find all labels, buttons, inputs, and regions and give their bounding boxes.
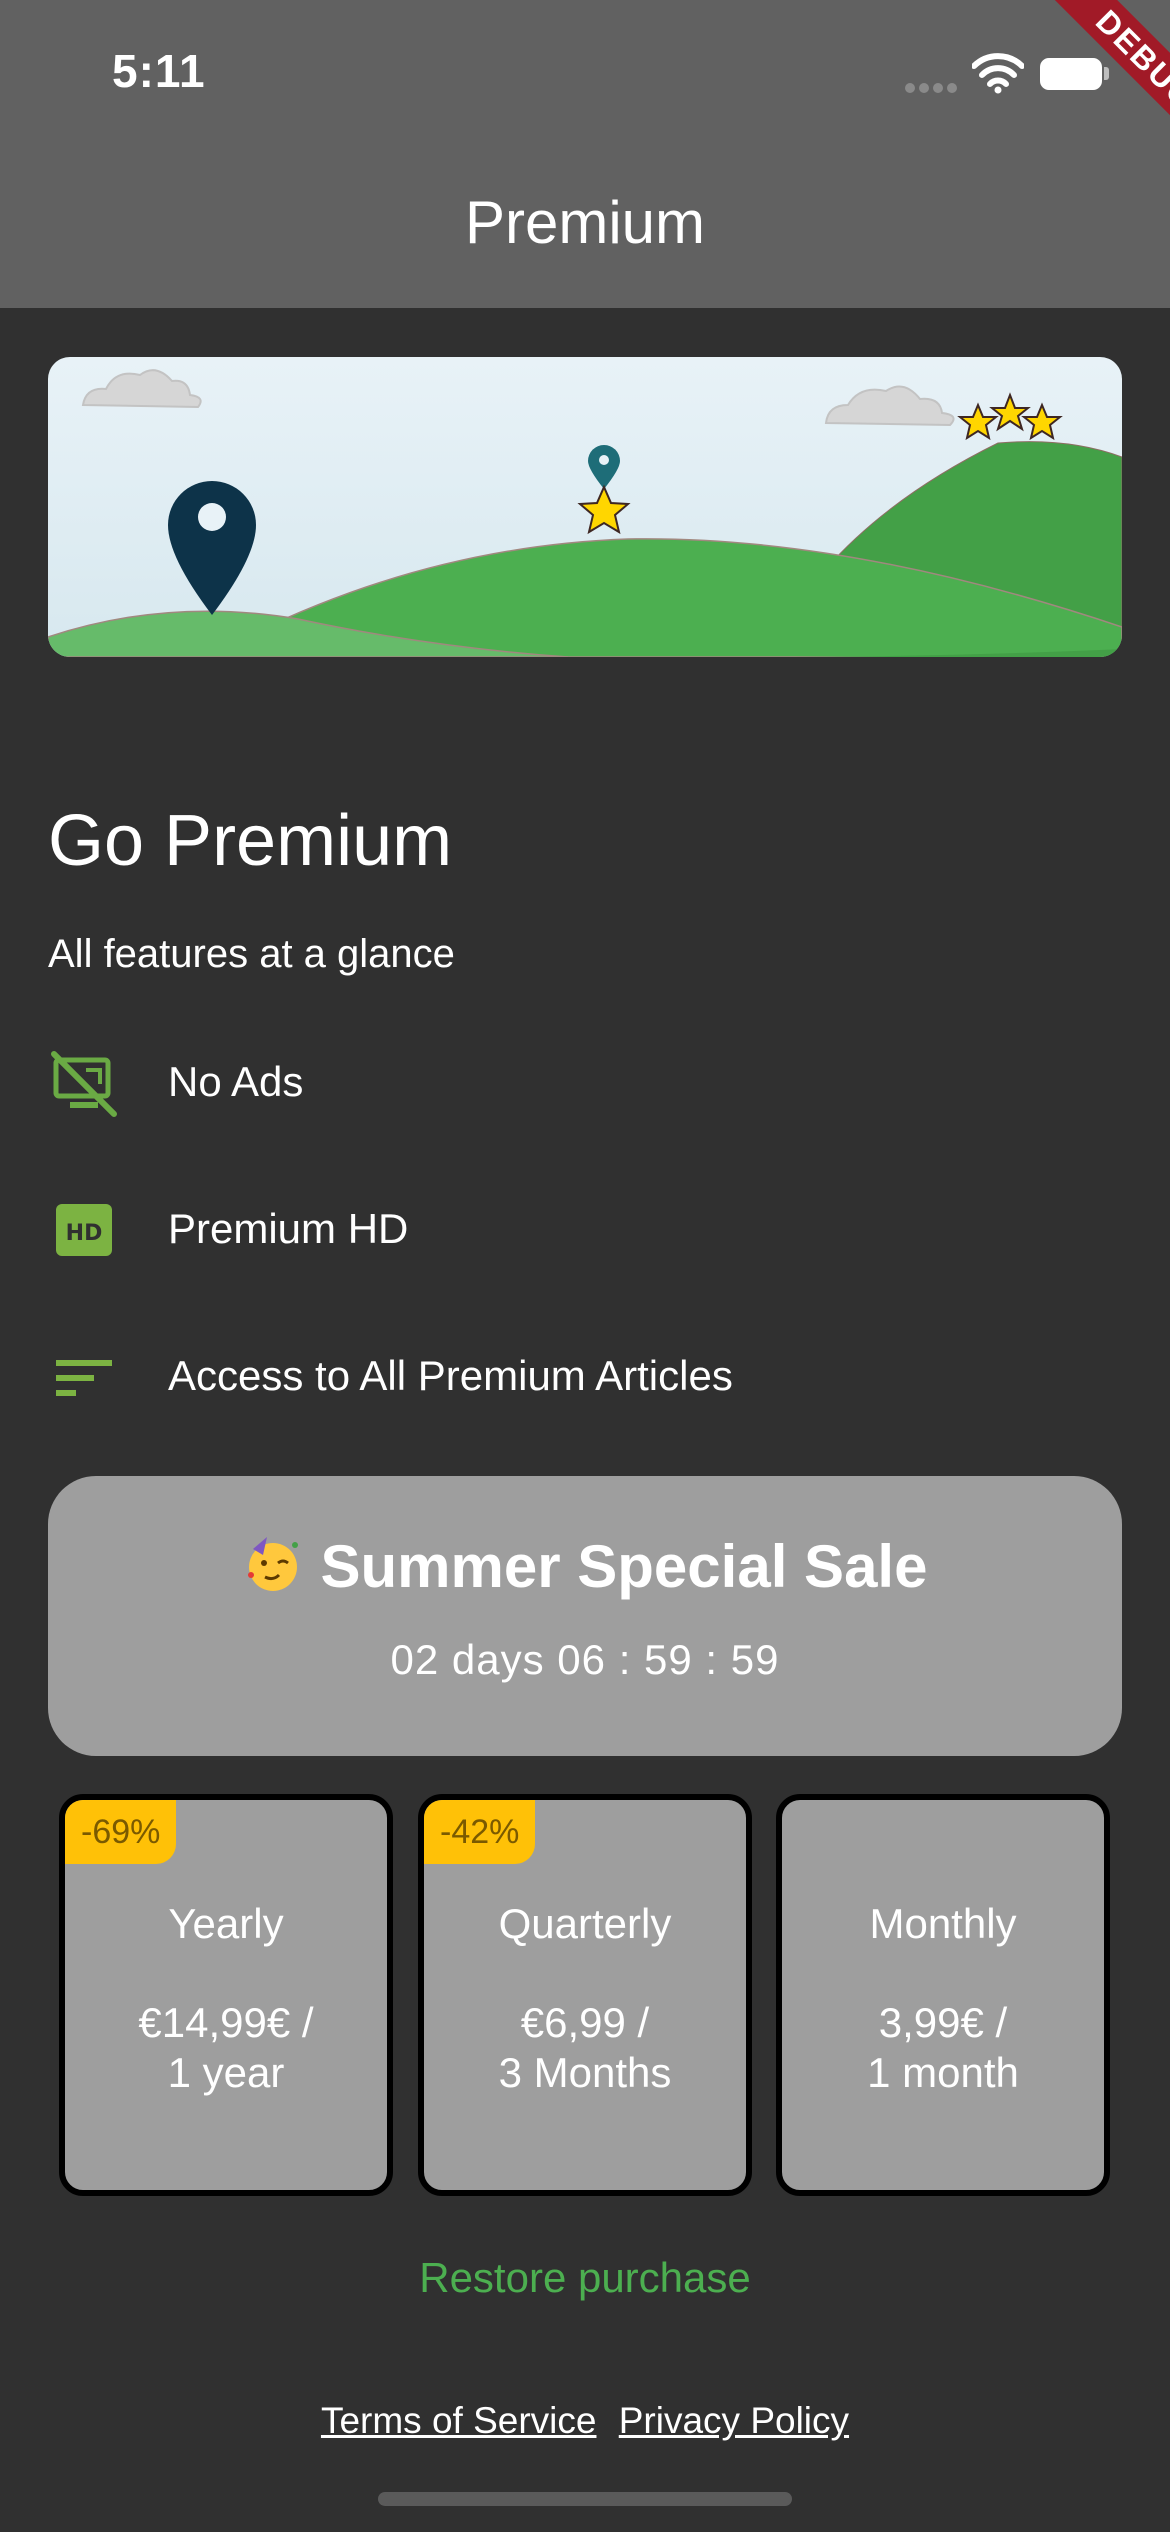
plan-card-monthly[interactable]: Monthly 3,99€ / 1 month [776, 1794, 1110, 2196]
svg-text:HD: HD [66, 1221, 103, 1246]
plan-price-period: 1 month [867, 2049, 1019, 2096]
home-indicator[interactable] [378, 2492, 792, 2506]
plan-name: Quarterly [498, 1900, 672, 1947]
page-title: Go Premium [48, 801, 453, 881]
feature-premium-hd: Premium HD [168, 1205, 409, 1252]
plan-card-yearly[interactable]: -69% Yearly €14,99€ / 1 year [59, 1794, 393, 2196]
partying-face-icon [247, 1537, 298, 1591]
discount-badge: -69% [65, 1800, 177, 1864]
app-bar: 5:11 DEBUG Premium [0, 0, 1170, 308]
signal-icon [905, 80, 961, 94]
discount-badge: -42% [424, 1800, 536, 1864]
legal-links: Terms of Service Privacy Policy [0, 2400, 1170, 2442]
plan-price-period: 3 Months [498, 2049, 672, 2096]
restore-purchase-button[interactable]: Restore purchase [0, 2254, 1170, 2302]
plan-name: Monthly [869, 1900, 1017, 1947]
sale-countdown: 02 days 06 : 59 : 59 [390, 1636, 780, 1683]
plan-price-period: 1 year [167, 2049, 285, 2096]
plan-price-amount: €6,99 / [520, 1999, 650, 2046]
plan-price: 3,99€ / 1 month [782, 1998, 1104, 2098]
page-subtitle: All features at a glance [48, 932, 455, 976]
feature-no-ads: No Ads [168, 1058, 304, 1105]
hd-icon: HD [56, 1204, 112, 1256]
wifi-icon [972, 53, 1024, 94]
privacy-policy-link[interactable]: Privacy Policy [619, 2400, 849, 2441]
battery-icon [1040, 58, 1102, 90]
plan-price: €14,99€ / 1 year [65, 1998, 387, 2098]
page-title-bar: Premium [464, 189, 706, 256]
plan-price-amount: 3,99€ / [878, 1999, 1008, 2046]
status-time: 5:11 [112, 45, 206, 97]
sale-title-text: Summer Special Sale [320, 1533, 928, 1600]
sort-lines-icon [56, 1360, 112, 1396]
plan-card-quarterly[interactable]: -42% Quarterly €6,99 / 3 Months [418, 1794, 752, 2196]
plan-price-amount: €14,99€ / [138, 1999, 314, 2046]
plan-price: €6,99 / 3 Months [424, 1998, 746, 2098]
no-ads-icon [51, 1051, 117, 1117]
feature-premium-articles: Access to All Premium Articles [168, 1352, 733, 1399]
terms-of-service-link[interactable]: Terms of Service [321, 2400, 597, 2441]
battery-tip [1104, 67, 1109, 80]
plan-name: Yearly [168, 1900, 284, 1947]
sale-title: Summer Special Sale [48, 1532, 1122, 1601]
hero-illustration [48, 357, 1122, 657]
sale-card: Summer Special Sale 02 days 06 : 59 : 59 [48, 1476, 1122, 1756]
